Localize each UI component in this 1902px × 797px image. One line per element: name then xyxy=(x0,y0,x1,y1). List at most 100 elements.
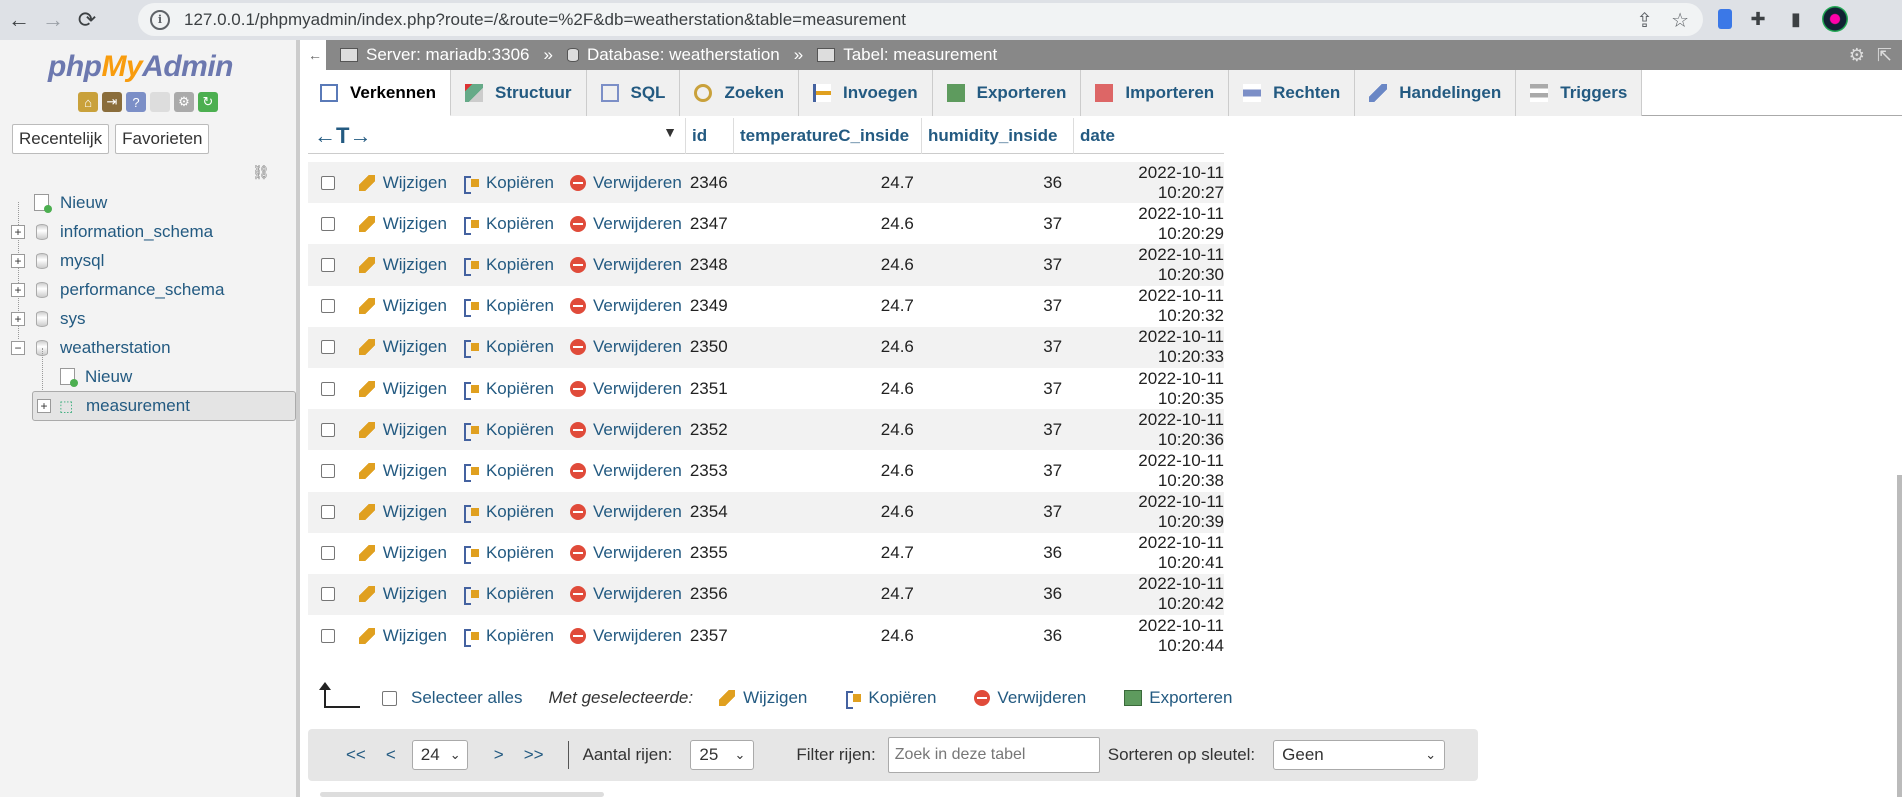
tree-item-db[interactable]: + information_schema xyxy=(0,217,296,246)
delete-button[interactable]: Verwijderen xyxy=(570,379,682,399)
link-icon[interactable]: ⛓ xyxy=(252,164,270,181)
delete-button[interactable]: Verwijderen xyxy=(570,296,682,316)
tree-item-new[interactable]: Nieuw xyxy=(0,188,296,217)
tab-verkennen[interactable]: Verkennen xyxy=(306,70,451,116)
column-header-date[interactable]: date xyxy=(1073,118,1224,154)
help-icon[interactable]: ? xyxy=(126,92,146,112)
row-checkbox[interactable] xyxy=(321,546,335,561)
puzzle-icon[interactable]: ✚ xyxy=(1746,7,1770,31)
delete-button[interactable]: Verwijderen xyxy=(570,255,682,275)
bookmark-star-icon[interactable]: ☆ xyxy=(1671,8,1689,33)
recent-tab[interactable]: Recentelijk xyxy=(12,124,110,154)
row-checkbox[interactable] xyxy=(321,257,335,272)
row-checkbox[interactable] xyxy=(321,299,335,314)
bulk-delete-button[interactable]: Verwijderen xyxy=(974,688,1086,708)
home-icon[interactable]: ⌂ xyxy=(78,92,98,112)
bulk-copy-button[interactable]: Kopiëren xyxy=(845,688,936,709)
forward-icon[interactable]: → xyxy=(38,5,68,35)
tab-invoegen[interactable]: Invoegen xyxy=(798,70,933,116)
tab-rechten[interactable]: Rechten xyxy=(1229,70,1356,116)
edit-button[interactable]: Wijzigen xyxy=(358,173,447,193)
docs-icon[interactable] xyxy=(150,92,170,112)
tree-item-db[interactable]: − weatherstation xyxy=(0,333,296,362)
copy-button[interactable]: Kopiëren xyxy=(463,379,554,400)
column-header-temperature[interactable]: temperatureC_inside xyxy=(733,118,921,154)
tree-item-db[interactable]: + performance_schema xyxy=(0,275,296,304)
vertical-scrollbar[interactable] xyxy=(1897,475,1902,797)
collapse-icon[interactable]: − xyxy=(11,340,25,355)
copy-button[interactable]: Kopiëren xyxy=(463,626,554,647)
column-header-humidity[interactable]: humidity_inside xyxy=(921,118,1073,154)
tab-zoeken[interactable]: Zoeken xyxy=(680,70,799,116)
tab-structuur[interactable]: Structuur xyxy=(451,70,587,116)
share-icon[interactable]: ⇪ xyxy=(1636,8,1653,33)
edit-button[interactable]: Wijzigen xyxy=(358,420,447,440)
bulk-edit-button[interactable]: Wijzigen xyxy=(719,688,807,708)
last-page-button[interactable]: >> xyxy=(514,745,554,765)
edit-button[interactable]: Wijzigen xyxy=(358,255,447,275)
filter-rows-input[interactable]: Zoek in deze tabel xyxy=(887,737,1100,773)
tree-item-db[interactable]: + sys xyxy=(0,304,296,333)
row-checkbox[interactable] xyxy=(321,175,335,190)
settings-gear-icon[interactable]: ⚙ xyxy=(1849,45,1865,66)
column-arrows-icon[interactable]: ←T→ ▼ xyxy=(308,118,685,154)
expand-icon[interactable]: + xyxy=(11,224,25,239)
tab-triggers[interactable]: Triggers xyxy=(1516,70,1643,116)
site-info-icon[interactable]: i xyxy=(150,9,170,30)
profile-avatar[interactable] xyxy=(1822,6,1848,32)
breadcrumb-table[interactable]: Tabel: measurement xyxy=(817,45,997,65)
delete-button[interactable]: Verwijderen xyxy=(570,420,682,440)
address-bar[interactable]: i 127.0.0.1/phpmyadmin/index.php?route=/… xyxy=(138,3,1703,36)
phpmyadmin-logo[interactable]: phpMyAdmin xyxy=(48,50,233,84)
sort-by-key-select[interactable]: Geen ⌄ xyxy=(1273,740,1446,770)
row-checkbox[interactable] xyxy=(321,381,335,396)
row-checkbox[interactable] xyxy=(321,628,335,643)
select-all-checkbox[interactable] xyxy=(382,690,397,706)
page-select[interactable]: 24 ⌄ xyxy=(411,740,468,770)
row-checkbox[interactable] xyxy=(321,422,335,437)
side-panel-icon[interactable]: ▮ xyxy=(1784,7,1808,31)
edit-button[interactable]: Wijzigen xyxy=(358,337,447,357)
expand-icon[interactable]: + xyxy=(11,253,25,268)
edit-button[interactable]: Wijzigen xyxy=(358,461,447,481)
tab-sql[interactable]: SQL xyxy=(586,70,681,116)
tab-exporteren[interactable]: Exporteren xyxy=(932,70,1082,116)
expand-icon[interactable]: + xyxy=(11,282,25,297)
edit-button[interactable]: Wijzigen xyxy=(358,379,447,399)
tab-importeren[interactable]: Importeren xyxy=(1081,70,1230,116)
favorites-tab[interactable]: Favorieten xyxy=(115,124,210,154)
edit-button[interactable]: Wijzigen xyxy=(358,584,447,604)
delete-button[interactable]: Verwijderen xyxy=(570,173,682,193)
tree-item-db[interactable]: + mysql xyxy=(0,246,296,275)
edit-button[interactable]: Wijzigen xyxy=(358,214,447,234)
copy-button[interactable]: Kopiëren xyxy=(463,420,554,441)
edit-button[interactable]: Wijzigen xyxy=(358,626,447,646)
tree-item-new-table[interactable]: Nieuw xyxy=(0,362,296,391)
row-checkbox[interactable] xyxy=(321,340,335,355)
copy-button[interactable]: Kopiëren xyxy=(463,543,554,565)
sort-dropdown-icon[interactable]: ▼ xyxy=(663,124,677,140)
horizontal-scrollbar[interactable] xyxy=(320,792,604,797)
expand-icon[interactable]: + xyxy=(37,399,51,413)
copy-button[interactable]: Kopiëren xyxy=(463,214,554,235)
back-icon[interactable]: ← xyxy=(4,5,34,35)
copy-button[interactable]: Kopiëren xyxy=(463,502,554,524)
delete-button[interactable]: Verwijderen xyxy=(570,214,682,234)
edit-button[interactable]: Wijzigen xyxy=(358,296,447,316)
delete-button[interactable]: Verwijderen xyxy=(570,461,682,481)
delete-button[interactable]: Verwijderen xyxy=(570,502,682,522)
url-text[interactable]: 127.0.0.1/phpmyadmin/index.php?route=/&r… xyxy=(184,10,906,30)
edit-button[interactable]: Wijzigen xyxy=(358,543,447,563)
delete-button[interactable]: Verwijderen xyxy=(570,337,682,357)
copy-button[interactable]: Kopiëren xyxy=(463,461,554,482)
delete-button[interactable]: Verwijderen xyxy=(570,626,682,646)
collapse-nav-icon[interactable]: ← xyxy=(304,40,326,70)
column-header-id[interactable]: id xyxy=(685,118,733,154)
refresh-icon[interactable]: ↻ xyxy=(198,92,218,112)
breadcrumb-server[interactable]: Server: mariadb:3306 » xyxy=(340,45,553,65)
delete-button[interactable]: Verwijderen xyxy=(570,584,682,604)
row-checkbox[interactable] xyxy=(321,463,335,478)
copy-button[interactable]: Kopiëren xyxy=(463,584,554,606)
logout-icon[interactable]: ⇥ xyxy=(102,92,122,112)
breadcrumb-database[interactable]: Database: weatherstation » xyxy=(566,45,803,65)
